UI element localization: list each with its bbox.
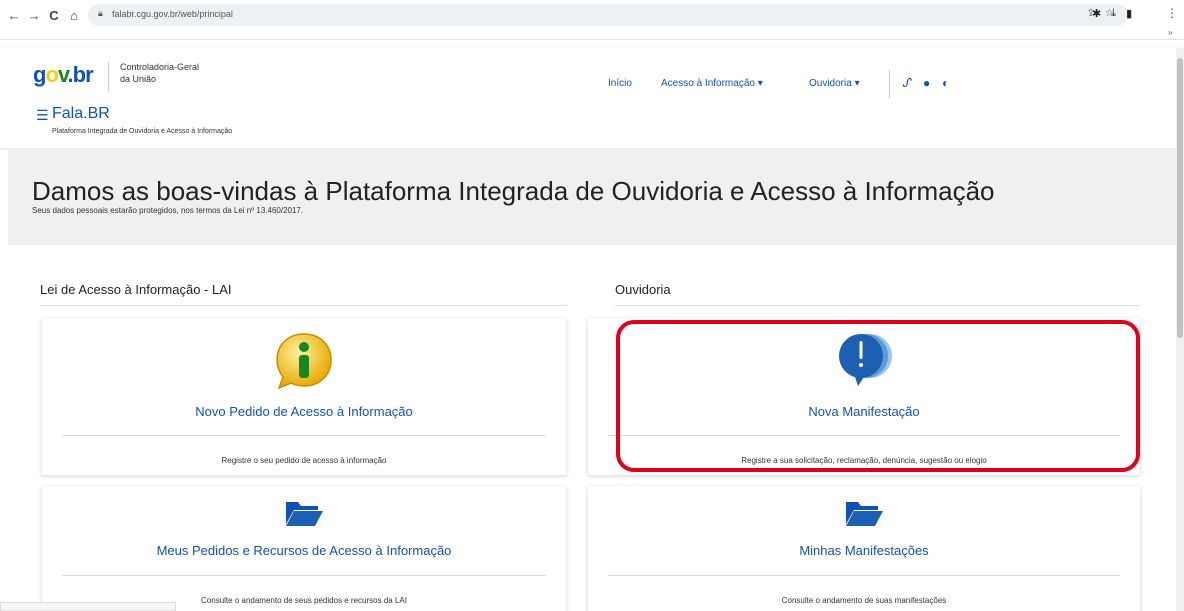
section-title-lai: Lei de Acesso à Informação - LAI xyxy=(40,282,232,297)
card-divider xyxy=(608,575,1120,576)
card-title[interactable]: Novo Pedido de Acesso à Informação xyxy=(42,404,566,419)
site-header: gov.br Controladoria-Geral da União ☰ Fa… xyxy=(0,48,1184,148)
lock-icon: 🔒︎ xyxy=(98,8,103,18)
extensions-icon[interactable]: ✱ xyxy=(1092,7,1101,20)
card-title[interactable]: Minhas Manifestações xyxy=(588,543,1140,558)
status-bar xyxy=(0,602,176,611)
card-title[interactable]: Meus Pedidos e Recursos de Acesso à Info… xyxy=(42,543,566,558)
folder-icon xyxy=(846,502,883,526)
sidepanel-icon[interactable]: ▮ xyxy=(1126,7,1132,20)
download-icon[interactable]: ⤓ xyxy=(1111,7,1116,20)
site-subtitle: Plataforma Integrada de Ouvidoria e Aces… xyxy=(52,128,233,135)
card-divider xyxy=(62,435,546,436)
welcome-banner: Damos as boas-vindas à Plataforma Integr… xyxy=(8,149,1176,245)
card-description: Consulte o andamento de suas manifestaçõ… xyxy=(781,596,947,605)
url-text: falabr.cgu.gov.br/web/principal xyxy=(112,9,233,19)
address-bar[interactable]: 🔒︎ falabr.cgu.gov.br/web/principal ⇪ ☆ xyxy=(88,4,1128,26)
forward-icon[interactable]: → xyxy=(26,8,42,24)
contrast-drop-icon[interactable]: ● xyxy=(923,76,930,90)
hamburger-menu-icon[interactable]: ☰ xyxy=(36,107,49,124)
section-divider-lai xyxy=(40,305,567,306)
card-minhas-manifestacoes[interactable]: Minhas Manifestações Consulte o andament… xyxy=(588,486,1140,611)
nav-inicio[interactable]: Início xyxy=(608,78,632,89)
card-divider xyxy=(62,575,546,576)
govbr-logo[interactable]: gov.br xyxy=(33,62,94,88)
nav-ouvidoria[interactable]: Ouvidoria ▾ xyxy=(809,78,860,89)
back-icon[interactable]: ← xyxy=(6,8,22,24)
nav-acesso-informacao[interactable]: Acesso à Informação ▾ xyxy=(661,78,763,89)
card-novo-pedido[interactable]: Novo Pedido de Acesso à Informação Regis… xyxy=(42,318,566,475)
highlight-annotation xyxy=(616,320,1140,472)
chevron-right-icon[interactable]: » xyxy=(1168,28,1172,37)
card-meus-pedidos[interactable]: Meus Pedidos e Recursos de Acesso à Info… xyxy=(42,486,566,611)
section-title-ouvidoria: Ouvidoria xyxy=(615,282,671,297)
nav-divider xyxy=(889,70,890,98)
info-balloon-icon xyxy=(276,333,332,390)
privacy-notice: Seus dados pessoais estarão protegidos, … xyxy=(32,206,304,215)
browser-menu-icon[interactable]: ⋮ xyxy=(1166,6,1178,20)
folder-icon xyxy=(286,502,323,526)
page-title: Damos as boas-vindas à Plataforma Integr… xyxy=(32,176,995,206)
section-divider-ouvidoria xyxy=(615,305,1140,306)
home-icon[interactable]: ⌂ xyxy=(66,8,82,24)
site-brand[interactable]: Fala.BR xyxy=(52,105,110,123)
high-contrast-icon[interactable]: ◐ xyxy=(942,76,949,90)
browser-toolbar: ← → C ⌂ 🔒︎ falabr.cgu.gov.br/web/princip… xyxy=(0,0,1184,40)
card-description: Registre o seu pedido de acesso à inform… xyxy=(221,456,387,465)
scrollbar-thumb[interactable] xyxy=(1177,58,1183,338)
sign-language-icon[interactable]: ᔑ xyxy=(903,76,912,90)
org-name: Controladoria-Geral da União xyxy=(120,62,200,84)
reload-icon[interactable]: C xyxy=(46,8,62,24)
logo-divider xyxy=(108,62,109,92)
